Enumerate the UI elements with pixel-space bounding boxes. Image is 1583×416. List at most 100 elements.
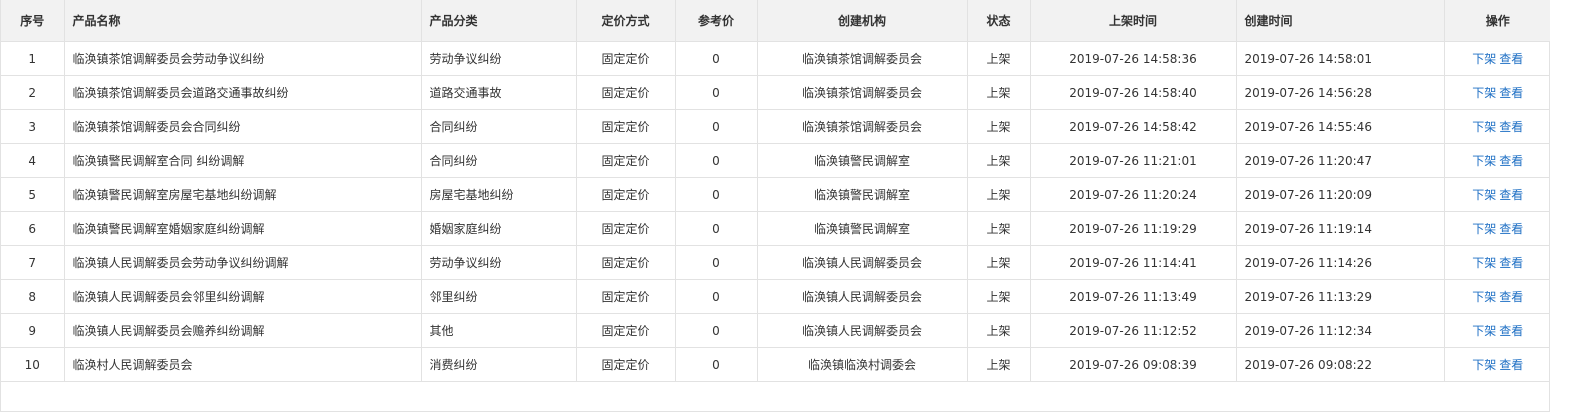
cell-creating-organization: 临涣镇人民调解委员会 [756,313,968,348]
cell-product-category: 消费纠纷 [420,347,577,382]
table-row: 5 临涣镇警民调解室房屋宅基地纠纷调解 房屋宅基地纠纷 固定定价 0 临涣镇警民调解室 上架… [1,177,1551,212]
view-link[interactable]: 查看 [1499,358,1523,372]
table-row: 10 临涣村人民调解委员会 消费纠纷 固定定价 0 临涣镇临涣村调委会 上架 2019-07-… [1,347,1551,382]
cell-created-time: 2019-07-26 11:20:09 [1235,177,1445,212]
table-row: 8 临涣镇人民调解委员会邻里纠纷调解 邻里纠纷 固定定价 0 临涣镇人民调解委员会 上架 20… [1,279,1551,314]
cell-pricing-method: 固定定价 [575,109,676,144]
cell-product-name: 临涣镇茶馆调解委员会道路交通事故纠纷 [63,75,422,110]
cell-status: 上架 [966,211,1031,246]
cell-index: 1 [1,41,65,76]
unlist-link[interactable]: 下架 [1472,358,1496,372]
header-status: 状态 [966,0,1031,42]
cell-listed-time: 2019-07-26 14:58:40 [1029,75,1237,110]
cell-status: 上架 [966,41,1031,76]
cell-created-time: 2019-07-26 11:12:34 [1235,313,1445,348]
cell-created-time: 2019-07-26 09:08:22 [1235,347,1445,382]
cell-product-name: 临涣村人民调解委员会 [63,347,422,382]
page-scroll-area [1550,0,1583,416]
header-product-category: 产品分类 [420,0,577,42]
cell-listed-time: 2019-07-26 11:21:01 [1029,143,1237,178]
cell-creating-organization: 临涣镇茶馆调解委员会 [756,109,968,144]
cell-reference-price: 0 [674,279,758,314]
header-creating-organization: 创建机构 [756,0,968,42]
header-reference-price: 参考价 [674,0,758,42]
table-row: 1 临涣镇茶馆调解委员会劳动争议纠纷 劳动争议纠纷 固定定价 0 临涣镇茶馆调解委员会 上架… [1,41,1551,76]
cell-status: 上架 [966,279,1031,314]
cell-reference-price: 0 [674,313,758,348]
cell-index: 9 [1,313,65,348]
cell-pricing-method: 固定定价 [575,211,676,246]
cell-reference-price: 0 [674,245,758,280]
unlist-link[interactable]: 下架 [1472,188,1496,202]
table-row: 9 临涣镇人民调解委员会赡养纠纷调解 其他 固定定价 0 临涣镇人民调解委员会 上架 2019… [1,313,1551,348]
cell-actions: 下架 查看 [1443,211,1551,246]
cell-status: 上架 [966,245,1031,280]
unlist-link[interactable]: 下架 [1472,222,1496,236]
table-row: 3 临涣镇茶馆调解委员会合同纠纷 合同纠纷 固定定价 0 临涣镇茶馆调解委员会 上架 2019… [1,109,1551,144]
cell-reference-price: 0 [674,347,758,382]
cell-listed-time: 2019-07-26 11:13:49 [1029,279,1237,314]
product-table-panel: 序号 产品名称 产品分类 定价方式 参考价 创建机构 状态 上架时间 创建时间 … [0,0,1551,412]
unlist-link[interactable]: 下架 [1472,324,1496,338]
cell-index: 5 [1,177,65,212]
view-link[interactable]: 查看 [1499,290,1523,304]
cell-pricing-method: 固定定价 [575,279,676,314]
cell-product-name: 临涣镇警民调解室合同 纠纷调解 [63,143,422,178]
cell-creating-organization: 临涣镇警民调解室 [756,177,968,212]
cell-listed-time: 2019-07-26 14:58:42 [1029,109,1237,144]
cell-product-category: 房屋宅基地纠纷 [420,177,577,212]
unlist-link[interactable]: 下架 [1472,256,1496,270]
cell-index: 3 [1,109,65,144]
unlist-link[interactable]: 下架 [1472,52,1496,66]
cell-product-name: 临涣镇人民调解委员会劳动争议纠纷调解 [63,245,422,280]
cell-product-name: 临涣镇警民调解室婚姻家庭纠纷调解 [63,211,422,246]
unlist-link[interactable]: 下架 [1472,154,1496,168]
cell-index: 8 [1,279,65,314]
cell-status: 上架 [966,347,1031,382]
cell-listed-time: 2019-07-26 11:20:24 [1029,177,1237,212]
cell-status: 上架 [966,75,1031,110]
cell-creating-organization: 临涣镇茶馆调解委员会 [756,41,968,76]
product-table: 序号 产品名称 产品分类 定价方式 参考价 创建机构 状态 上架时间 创建时间 … [1,0,1551,382]
view-link[interactable]: 查看 [1499,222,1523,236]
cell-listed-time: 2019-07-26 09:08:39 [1029,347,1237,382]
cell-creating-organization: 临涣镇临涣村调委会 [756,347,968,382]
cell-listed-time: 2019-07-26 11:14:41 [1029,245,1237,280]
cell-product-category: 劳动争议纠纷 [420,245,577,280]
cell-product-category: 合同纠纷 [420,143,577,178]
cell-actions: 下架 查看 [1443,109,1551,144]
cell-created-time: 2019-07-26 14:58:01 [1235,41,1445,76]
cell-actions: 下架 查看 [1443,245,1551,280]
unlist-link[interactable]: 下架 [1472,290,1496,304]
unlist-link[interactable]: 下架 [1472,120,1496,134]
view-link[interactable]: 查看 [1499,324,1523,338]
cell-listed-time: 2019-07-26 14:58:36 [1029,41,1237,76]
cell-index: 6 [1,211,65,246]
cell-actions: 下架 查看 [1443,143,1551,178]
table-row: 7 临涣镇人民调解委员会劳动争议纠纷调解 劳动争议纠纷 固定定价 0 临涣镇人民调解委员会… [1,245,1551,280]
view-link[interactable]: 查看 [1499,120,1523,134]
cell-product-category: 道路交通事故 [420,75,577,110]
cell-actions: 下架 查看 [1443,313,1551,348]
view-link[interactable]: 查看 [1499,188,1523,202]
cell-reference-price: 0 [674,211,758,246]
view-link[interactable]: 查看 [1499,256,1523,270]
cell-created-time: 2019-07-26 11:19:14 [1235,211,1445,246]
header-listed-time: 上架时间 [1029,0,1237,42]
cell-product-name: 临涣镇警民调解室房屋宅基地纠纷调解 [63,177,422,212]
table-row: 2 临涣镇茶馆调解委员会道路交通事故纠纷 道路交通事故 固定定价 0 临涣镇茶馆调解委员会… [1,75,1551,110]
view-link[interactable]: 查看 [1499,154,1523,168]
table-row: 6 临涣镇警民调解室婚姻家庭纠纷调解 婚姻家庭纠纷 固定定价 0 临涣镇警民调解室 上架 20… [1,211,1551,246]
cell-index: 2 [1,75,65,110]
cell-created-time: 2019-07-26 14:56:28 [1235,75,1445,110]
cell-status: 上架 [966,177,1031,212]
cell-listed-time: 2019-07-26 11:12:52 [1029,313,1237,348]
cell-status: 上架 [966,143,1031,178]
cell-pricing-method: 固定定价 [575,177,676,212]
cell-creating-organization: 临涣镇人民调解委员会 [756,245,968,280]
cell-reference-price: 0 [674,143,758,178]
cell-pricing-method: 固定定价 [575,41,676,76]
view-link[interactable]: 查看 [1499,52,1523,66]
unlist-link[interactable]: 下架 [1472,86,1496,100]
view-link[interactable]: 查看 [1499,86,1523,100]
